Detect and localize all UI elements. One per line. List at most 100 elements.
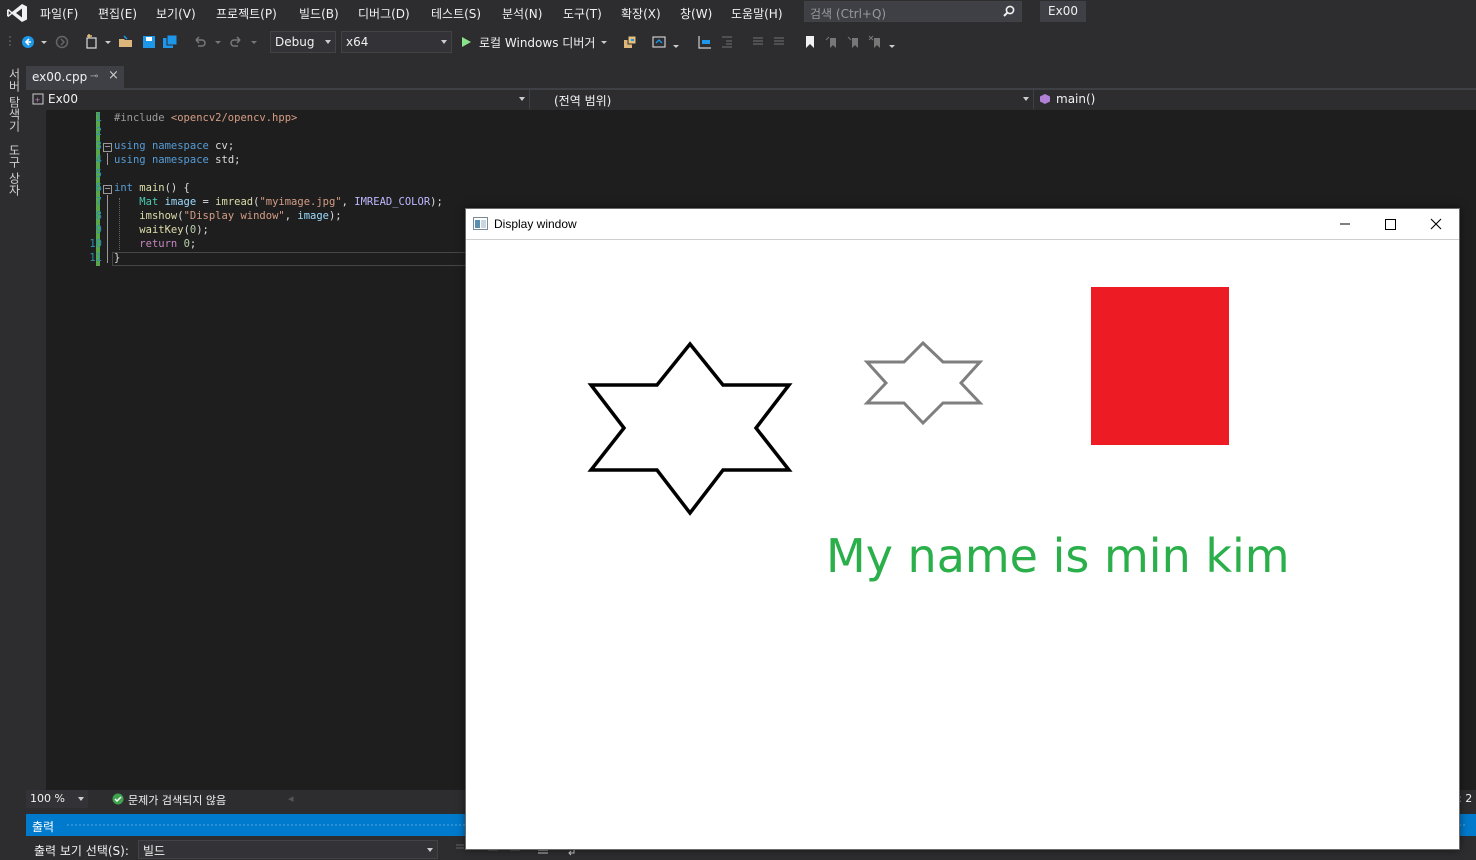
menu-tools[interactable]: 도구(T) — [563, 5, 602, 22]
collapse-toggle[interactable]: − — [103, 185, 112, 194]
chevron-down-icon — [78, 797, 84, 801]
redo-icon[interactable] — [228, 34, 244, 50]
method-icon — [1040, 94, 1050, 104]
configuration-dropdown[interactable]: Debug — [270, 31, 336, 53]
output-source-value: 빌드 — [143, 844, 166, 858]
menu-build[interactable]: 빌드(B) — [299, 5, 339, 22]
line-number: 3 — [95, 140, 102, 152]
save-all-icon[interactable] — [162, 34, 178, 50]
back-dropdown-icon[interactable] — [40, 34, 48, 50]
image-drawing: My name is min kim — [587, 287, 1290, 583]
display-window[interactable]: Display window My name is min kim — [465, 208, 1460, 850]
menu-window[interactable]: 창(W) — [680, 5, 712, 22]
outline-line — [107, 153, 108, 165]
chevron-down-icon — [1023, 97, 1029, 101]
menu-view[interactable]: 보기(V) — [156, 5, 196, 22]
tab-label: ex00.cpp — [32, 70, 88, 84]
bookmark-icon[interactable] — [802, 34, 818, 50]
class-view-icon[interactable] — [697, 34, 713, 50]
column-indicator: : 2 — [1458, 792, 1473, 805]
search-input[interactable]: 검색 (Ctrl+Q) — [804, 1, 1022, 22]
new-dropdown-icon[interactable] — [104, 34, 112, 50]
chevron-down-icon — [427, 848, 433, 852]
properties-window-icon[interactable] — [651, 34, 667, 50]
undo-dropdown-icon[interactable] — [214, 34, 222, 50]
toolbox-tab[interactable]: 도구 상자 — [6, 144, 23, 196]
server-explorer-tab[interactable]: 서버 탐색기 — [6, 68, 23, 132]
toolbar-grip-icon — [9, 36, 11, 46]
line-number: 1 — [95, 112, 102, 124]
menu-test[interactable]: 테스트(S) — [431, 5, 481, 22]
line-number: 8 — [95, 210, 102, 222]
menu-edit[interactable]: 편집(E) — [98, 5, 137, 22]
menu-extensions[interactable]: 확장(X) — [621, 5, 661, 22]
code-line: imshow("Display window", image); — [139, 210, 342, 222]
zoom-value: 100 % — [30, 792, 65, 805]
menu-debug[interactable]: 디버그(D) — [358, 5, 410, 22]
redo-dropdown-icon[interactable] — [250, 34, 258, 50]
search-placeholder: 검색 (Ctrl+Q) — [810, 7, 887, 21]
configuration-value: Debug — [275, 35, 315, 49]
outline-line — [107, 195, 108, 263]
code-line: using namespace cv; — [114, 140, 235, 152]
close-icon[interactable] — [1413, 209, 1459, 239]
chevron-down-icon — [325, 40, 331, 44]
menu-file[interactable]: 파일(F) — [40, 5, 78, 22]
navigation-bar: + Ex00 (전역 범위) main() — [26, 90, 1476, 110]
platform-dropdown[interactable]: x64 — [341, 31, 452, 53]
scroll-left-icon[interactable]: ◂ — [288, 792, 294, 805]
new-project-icon[interactable] — [84, 34, 100, 50]
visual-studio-logo-icon — [7, 4, 27, 22]
line-number: 5 — [95, 168, 102, 180]
line-number: 10 — [89, 238, 102, 250]
image-canvas: My name is min kim — [466, 240, 1459, 849]
minimize-icon[interactable] — [1322, 209, 1368, 239]
maximize-icon[interactable] — [1367, 209, 1413, 239]
code-line: return 0; — [139, 238, 197, 250]
project-name: Ex00 — [48, 92, 78, 106]
output-source-label: 출력 보기 선택(S): — [34, 844, 129, 858]
close-icon[interactable]: × — [108, 68, 119, 83]
member-name: main() — [1056, 92, 1096, 106]
start-debugger-button[interactable]: 로컬 Windows 디버거 — [479, 34, 595, 51]
member-dropdown[interactable]: main() — [1036, 90, 1476, 109]
output-source-dropdown[interactable]: 빌드 — [138, 840, 438, 859]
pin-icon[interactable]: ⊸ — [90, 71, 98, 82]
save-icon[interactable] — [141, 34, 157, 50]
tab-ex00-cpp[interactable]: ex00.cpp ⊸ × — [26, 66, 124, 88]
open-file-icon[interactable] — [118, 34, 134, 50]
properties-dropdown-icon[interactable] — [672, 34, 680, 50]
window-titlebar[interactable]: Display window — [466, 209, 1459, 240]
uncomment-icon — [774, 37, 784, 45]
search-icon — [1003, 5, 1015, 17]
chevron-down-icon — [441, 40, 447, 44]
check-circle-icon — [112, 793, 124, 805]
name-text: My name is min kim — [826, 529, 1290, 583]
undo-icon[interactable] — [192, 34, 208, 50]
window-title: Display window — [494, 217, 577, 231]
line-number: 2 — [95, 126, 102, 138]
menu-help[interactable]: 도움말(H) — [731, 5, 783, 22]
toolbar-overflow-icon[interactable] — [888, 34, 896, 50]
zoom-dropdown[interactable]: 100 % — [26, 790, 88, 808]
collapse-toggle[interactable]: − — [103, 143, 112, 152]
play-icon[interactable] — [460, 34, 472, 50]
large-star-shape — [587, 341, 793, 516]
line-number: 9 — [95, 224, 102, 236]
indent-icon — [722, 36, 732, 48]
navigate-forward-icon[interactable] — [54, 34, 70, 50]
solution-explorer-icon[interactable] — [622, 34, 638, 50]
clear-bookmarks-icon — [868, 35, 880, 48]
scope-dropdown[interactable]: (전역 범위) — [532, 90, 1034, 109]
menu-analyze[interactable]: 분석(N) — [502, 5, 542, 22]
code-line: } — [114, 252, 121, 264]
issues-status[interactable]: 문제가 검색되지 않음 — [128, 792, 226, 808]
project-dropdown[interactable]: + Ex00 — [26, 90, 530, 109]
navigate-back-icon[interactable] — [20, 34, 36, 50]
code-line: Mat image = imread("myimage.jpg", IMREAD… — [139, 196, 443, 208]
code-line: #include <opencv2/opencv.hpp> — [114, 112, 298, 124]
menu-project[interactable]: 프로젝트(P) — [216, 5, 277, 22]
red-rectangle — [1091, 287, 1229, 445]
solution-name-badge[interactable]: Ex00 — [1040, 1, 1086, 22]
debugger-dropdown-icon[interactable] — [600, 34, 608, 50]
